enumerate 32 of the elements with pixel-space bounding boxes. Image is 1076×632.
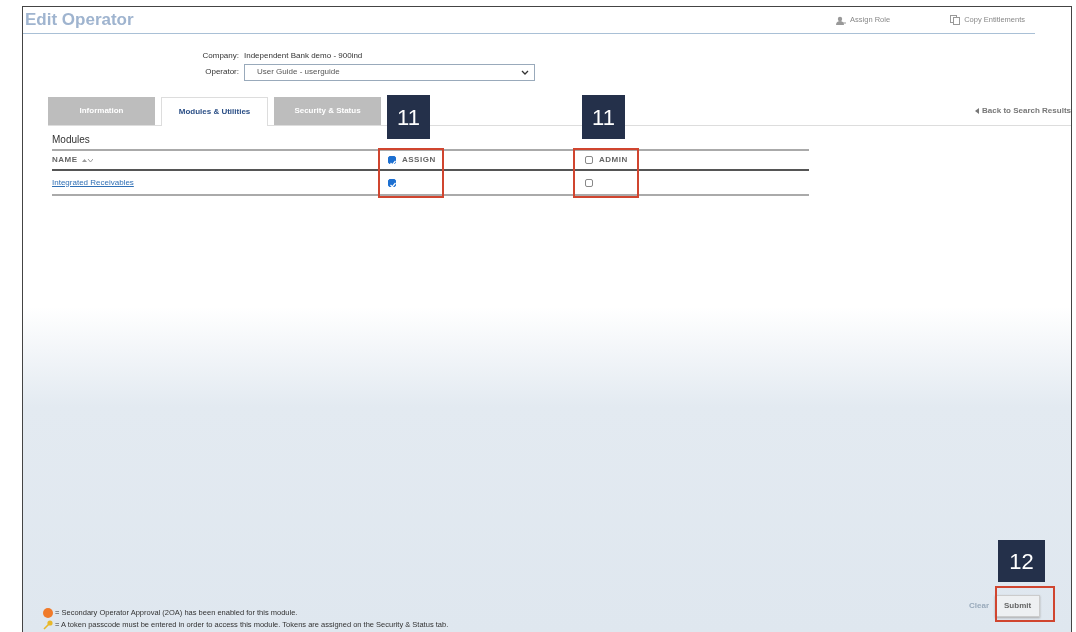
sort-icon xyxy=(81,157,93,163)
section-title: Modules xyxy=(52,133,91,146)
submit-button[interactable]: Submit xyxy=(995,595,1041,617)
callout-badge: 12 xyxy=(998,540,1045,582)
highlight-box xyxy=(378,148,444,198)
column-header: ADMIN xyxy=(599,154,628,166)
copy-icon xyxy=(950,15,961,25)
company-value: Independent Bank demo - 900ind xyxy=(244,50,363,62)
highlight-box xyxy=(995,586,1055,622)
checkbox[interactable] xyxy=(585,178,593,187)
operator-label: Operator: xyxy=(204,66,240,78)
column-header: NAME xyxy=(52,154,78,166)
company-label: Company: xyxy=(201,50,240,62)
caret-left-icon xyxy=(975,108,980,114)
module-link[interactable]: Integrated Receivables xyxy=(52,177,134,187)
checkbox[interactable] xyxy=(585,156,593,164)
highlight-box xyxy=(573,148,639,198)
column-header: ASSIGN xyxy=(402,154,436,166)
key-icon xyxy=(43,620,53,630)
approval-badge-icon xyxy=(43,608,53,618)
check-icon xyxy=(389,158,397,167)
chevron-down-icon xyxy=(521,69,529,75)
checkbox[interactable] xyxy=(388,156,396,164)
check-icon xyxy=(389,181,397,190)
page-title: Edit Operator xyxy=(25,9,134,32)
checkbox[interactable] xyxy=(388,178,396,187)
tab[interactable]: Modules & Utilities xyxy=(161,97,268,126)
callout-badge: 11 xyxy=(387,95,430,139)
person-icon xyxy=(836,15,847,25)
back-link[interactable]: Back to Search Results xyxy=(975,105,1071,117)
callout-badge: 11 xyxy=(582,95,625,139)
operator-select[interactable]: User Guide - userguide xyxy=(244,63,535,81)
